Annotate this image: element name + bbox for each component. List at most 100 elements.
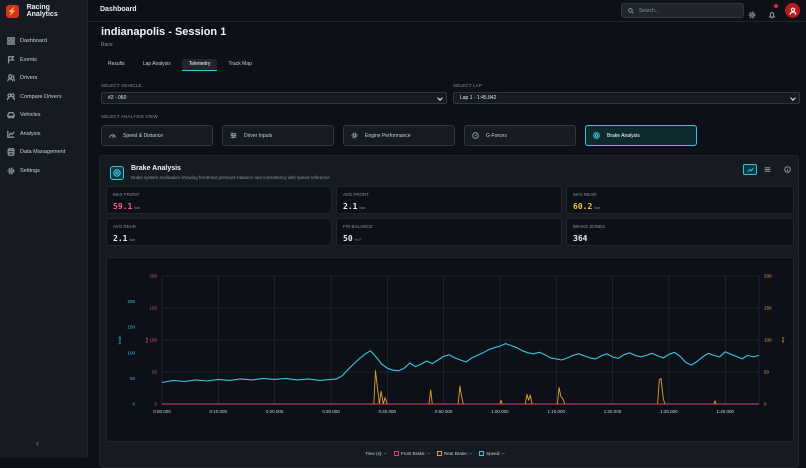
search-placeholder: Search... — [639, 7, 660, 14]
view-brake-analysis[interactable]: Brake Analysis — [585, 125, 697, 146]
vehicle-select-value: #2 - 060 — [108, 95, 127, 101]
sidebar-item-vehicles[interactable]: Vehicles — [0, 106, 87, 125]
metric-value: 2.1 — [113, 234, 128, 243]
table-view-button[interactable] — [760, 164, 774, 175]
view-engine-performance[interactable]: Engine Performance — [343, 125, 455, 146]
brand[interactable]: ⚡ Racing Analytics — [0, 0, 87, 22]
main-content: indianapolis - Session 1 Race Results La… — [88, 22, 806, 468]
tab-lap-analysis[interactable]: Lap Analysis — [136, 59, 178, 71]
bell-icon[interactable] — [768, 4, 778, 19]
chevron-down-icon — [790, 95, 796, 101]
view-label: Driver Inputs — [244, 132, 273, 139]
sidebar-item-label: Data Management — [20, 149, 66, 156]
metric-value: 60.2 — [573, 202, 593, 211]
page-subtitle: Race — [101, 42, 113, 48]
legend-value: -- — [469, 451, 473, 456]
users-icon — [6, 74, 15, 83]
x-tick-label: 1:20.000 — [604, 409, 622, 414]
y-right-tick: 200 — [764, 274, 772, 279]
notification-badge — [774, 4, 778, 8]
avatar[interactable] — [785, 3, 800, 18]
legend-speed[interactable]: Speed: -- — [479, 451, 505, 456]
chart-view-button[interactable] — [743, 164, 757, 175]
y-left-inner-tick: 100 — [149, 338, 157, 343]
metric-value-row: 2.1 bar — [113, 234, 135, 243]
disc-icon — [593, 132, 600, 139]
y-left-inner-tick: 0 — [154, 402, 157, 407]
legend-label: Rear Brake: — [443, 451, 468, 456]
tab-telemetry[interactable]: Telemetry — [181, 59, 218, 71]
legend-front-brake[interactable]: Front Brake: -- — [393, 451, 430, 456]
y-left-outer-tick: 0 — [132, 402, 135, 407]
collapse-sidebar-button[interactable]: ‹ — [36, 438, 39, 448]
legend-swatch — [436, 451, 442, 456]
settings-icon[interactable] — [748, 6, 756, 19]
metric-label: AVG REAR — [113, 224, 136, 229]
info-button[interactable] — [780, 164, 794, 175]
x-tick-label: 0:50.000 — [435, 409, 453, 414]
tab-track-map[interactable]: Track Map — [221, 59, 258, 71]
chevron-down-icon — [437, 95, 443, 101]
sidebar-item-events[interactable]: Events — [0, 51, 87, 70]
info-icon — [783, 166, 791, 173]
gear-icon — [6, 166, 15, 175]
view-driver-inputs[interactable]: Driver Inputs — [222, 125, 334, 146]
metric-value: 364 — [573, 234, 588, 243]
lap-select[interactable]: Lap 1 - 1:45.842 — [453, 92, 800, 104]
legend-label: Time (s): — [365, 451, 383, 456]
compass-icon — [472, 132, 479, 139]
y-left-inner-tick: 200 — [149, 274, 157, 279]
legend-value: -- — [501, 451, 505, 456]
grid-icon — [6, 37, 15, 46]
y-axis-title-front: bar — [144, 336, 149, 342]
y-left-outer-tick: 150 — [127, 325, 135, 330]
y-right-tick: 50 — [764, 370, 770, 375]
sidebar-item-label: Compare Drivers — [20, 93, 62, 100]
chart-container: 0:00.000 0:10.000 0:20.000 0:30.000 0:40.000… — [106, 257, 794, 442]
topbar: Dashboard Search... — [88, 0, 806, 22]
sidebar-item-data-management[interactable]: Data Management — [0, 143, 87, 162]
sidebar-nav: Dashboard Events Drivers Compare Drivers… — [0, 32, 87, 180]
sidebar-item-settings[interactable]: Settings — [0, 162, 87, 181]
view-g-forces[interactable]: G-Forces — [464, 125, 576, 146]
metric-unit: bar — [359, 205, 366, 210]
sidebar-item-drivers[interactable]: Drivers — [0, 69, 87, 88]
y-right-tick: 100 — [764, 338, 772, 343]
metric-label: F/R BALANCE — [343, 224, 373, 229]
tab-results[interactable]: Results — [101, 59, 132, 71]
x-tick-label: 1:00.000 — [491, 409, 509, 414]
y-axis-title-speed: km/h — [117, 336, 122, 345]
database-icon — [6, 148, 15, 157]
metric-label: MAX FRONT — [113, 192, 140, 197]
metric-unit: bar — [129, 237, 136, 242]
sidebar-item-compare-drivers[interactable]: Compare Drivers — [0, 88, 87, 107]
metric-value-row: 59.1 bar — [113, 202, 140, 211]
sidebar-item-label: Settings — [20, 167, 40, 174]
search-input[interactable]: Search... — [621, 3, 744, 18]
chart-icon — [6, 129, 15, 138]
lap-select-label: SELECT LAP — [453, 83, 483, 88]
tab-bar: Results Lap Analysis Telemetry Track Map — [101, 59, 263, 72]
y-left-inner-tick: 50 — [152, 370, 158, 375]
view-label: G-Forces — [486, 132, 507, 139]
panel-description: Brake system evaluation showing front/re… — [131, 175, 330, 180]
panel-title: Brake Analysis — [131, 165, 181, 172]
sidebar-item-label: Vehicles — [20, 112, 41, 119]
sidebar-item-label: Dashboard — [20, 38, 47, 45]
y-left-inner-tick: 150 — [149, 306, 157, 311]
view-speed-distance[interactable]: Speed & Distance — [101, 125, 213, 146]
y-left-outer-tick: 50 — [130, 376, 136, 381]
metric-value: 50 — [343, 234, 353, 243]
sidebar-item-analysis[interactable]: Analysis — [0, 125, 87, 144]
analysis-view-options: Speed & Distance Driver Inputs Engine Pe… — [101, 125, 706, 146]
x-tick-label: 0:40.000 — [379, 409, 397, 414]
view-label: Engine Performance — [365, 132, 411, 139]
sidebar-item-dashboard[interactable]: Dashboard — [0, 32, 87, 51]
legend-time: Time (s): -- — [365, 451, 387, 456]
brake-chart[interactable]: 0:00.000 0:10.000 0:20.000 0:30.000 0:40.000… — [107, 258, 795, 443]
vehicle-select[interactable]: #2 - 060 — [101, 92, 447, 104]
x-tick-label: 1:30.000 — [660, 409, 678, 414]
gauge-icon — [109, 134, 116, 138]
search-icon — [628, 7, 634, 14]
legend-rear-brake[interactable]: Rear Brake: -- — [436, 451, 473, 456]
